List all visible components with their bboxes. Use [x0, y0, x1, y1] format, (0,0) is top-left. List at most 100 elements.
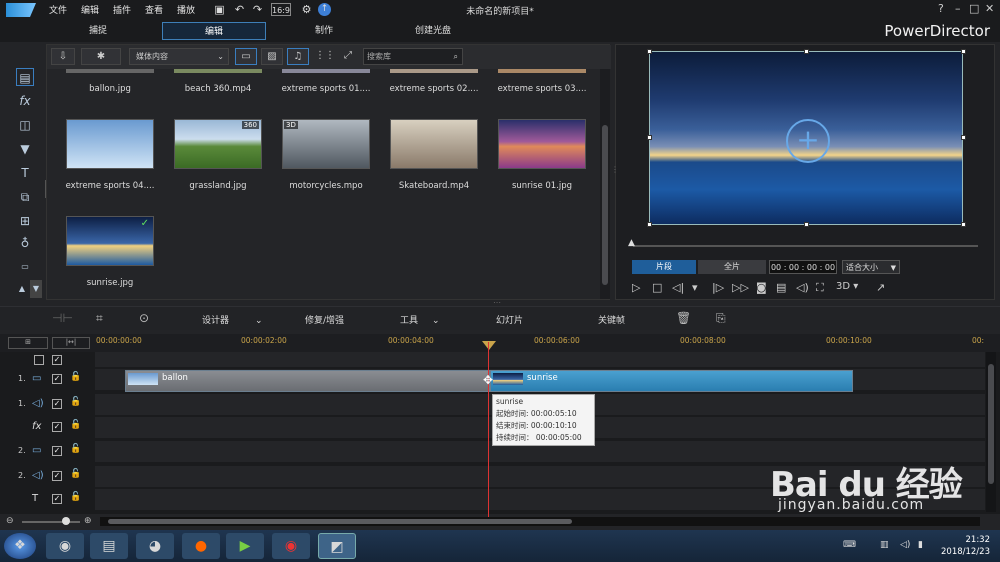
zoom-slider[interactable] — [22, 521, 80, 523]
keyboard-tray-icon[interactable]: ⌨ — [843, 540, 856, 550]
export-list-icon[interactable]: ⎘ — [716, 311, 726, 326]
close-button[interactable]: ✕ — [985, 2, 994, 15]
help-button[interactable]: ? — [938, 2, 944, 15]
lock-icon[interactable]: 🔓 — [70, 492, 81, 502]
designer-menu[interactable]: 设计器 ⌄ — [202, 313, 263, 326]
timeline-clip-sunrise[interactable]: sunrise — [490, 370, 853, 392]
scroll-up-icon[interactable]: ▲ — [16, 280, 28, 298]
next-frame-icon[interactable]: |▷ — [712, 281, 724, 294]
lock-icon[interactable]: 🔓 — [70, 444, 81, 454]
undock-icon[interactable]: ↗ — [876, 281, 885, 294]
enable-all-checkbox[interactable]: ✓ — [52, 355, 62, 365]
zoom-out-icon[interactable]: ⊖ — [6, 516, 14, 526]
playhead-line[interactable] — [488, 342, 489, 518]
effects-room-icon[interactable]: fx — [16, 92, 34, 110]
fullscreen-preview-icon[interactable]: ⛶ — [816, 281, 824, 295]
grid-view-icon[interactable]: ⋮⋮ — [315, 48, 335, 65]
volume-icon[interactable]: ◁) — [796, 281, 809, 294]
timecode-field[interactable]: 00 : 00 : 00 : 00 — [769, 260, 837, 274]
lock-icon[interactable]: 🔓 — [70, 372, 81, 382]
keyframe-button[interactable]: 关键帧 — [598, 313, 625, 326]
fix-enhance-button[interactable]: 修复/增强 — [305, 313, 344, 326]
import-media-icon[interactable]: ⇩ — [51, 48, 75, 65]
minimize-button[interactable]: – — [955, 2, 961, 15]
resize-handle[interactable] — [647, 135, 652, 140]
fullscreen-icon[interactable]: ⤢ — [339, 48, 357, 65]
screen-recorder-icon[interactable]: ◉ — [272, 533, 310, 559]
play-icon[interactable]: ▷ — [632, 281, 640, 294]
track-enable-checkbox[interactable]: ✓ — [52, 374, 62, 384]
resize-handle[interactable] — [804, 49, 809, 54]
tab-create-disc[interactable]: 创建光盘 — [398, 22, 468, 40]
undo-icon[interactable]: ↶ — [233, 3, 246, 16]
preview-scrubber[interactable] — [633, 245, 978, 247]
lock-icon[interactable]: 🔓 — [70, 420, 81, 430]
library-type-dropdown[interactable]: 媒体内容 ⌄ — [129, 48, 229, 65]
upgrade-icon[interactable]: ↑ — [318, 3, 331, 16]
firefox-icon[interactable]: ● — [182, 533, 220, 559]
media-thumbnail[interactable]: 3D — [282, 119, 370, 169]
add-to-timeline-icon[interactable]: + — [786, 119, 830, 163]
tab-edit[interactable]: 编辑 — [162, 22, 266, 40]
media-thumbnail[interactable]: 360 — [174, 119, 262, 169]
taskbar-clock[interactable]: 21:32 2018/12/23 — [941, 534, 990, 558]
slideshow-button[interactable]: 幻灯片 — [496, 313, 523, 326]
timeline-clip-ballon[interactable]: ballon — [125, 370, 490, 392]
track-enable-checkbox[interactable]: ✓ — [52, 446, 62, 456]
scroll-down-icon[interactable]: ▼ — [30, 280, 42, 298]
resize-handle[interactable] — [961, 135, 966, 140]
menu-view[interactable]: 查看 — [145, 3, 163, 16]
start-button-icon[interactable]: ❖ — [4, 533, 36, 559]
maximize-button[interactable]: □ — [969, 2, 979, 15]
title-room-icon[interactable]: T — [16, 164, 34, 182]
timeline-h-scrollbar[interactable] — [100, 517, 980, 526]
media-thumbnail[interactable] — [390, 119, 478, 169]
power-tray-icon[interactable]: ▮ — [918, 540, 923, 550]
media-thumbnail[interactable]: ✓ — [66, 216, 154, 266]
scrollbar-thumb[interactable] — [108, 519, 572, 524]
menu-file[interactable]: 文件 — [49, 3, 67, 16]
more-options-icon[interactable]: ⊙ — [139, 311, 149, 325]
media-thumbnail[interactable] — [66, 119, 154, 169]
media-thumbnail[interactable] — [498, 119, 586, 169]
filter-image-icon[interactable]: ▨ — [261, 48, 283, 65]
voice-over-icon[interactable]: ♁ — [16, 234, 34, 252]
media-app-icon[interactable]: ▶ — [226, 533, 264, 559]
settings-gear-icon[interactable]: ⚙ — [300, 3, 313, 16]
plugin-puzzle-icon[interactable]: ✱ — [81, 48, 121, 65]
fast-forward-icon[interactable]: ▷▷ — [732, 281, 749, 294]
media-room-icon[interactable]: ▤ — [16, 68, 34, 86]
track-manager-icon[interactable]: ⊞ — [8, 337, 48, 349]
zoom-in-icon[interactable]: ⊕ — [84, 516, 92, 526]
delete-trash-icon[interactable]: 🗑 — [676, 311, 691, 325]
clip-mode-button[interactable]: 片段 — [632, 260, 696, 274]
resize-handle[interactable] — [961, 49, 966, 54]
audio-mixing-icon[interactable]: ⊞ — [16, 212, 34, 230]
timeline-lane[interactable] — [95, 352, 985, 368]
save-icon[interactable]: ▣ — [213, 3, 226, 16]
split-icon[interactable]: ⊣⊢ — [52, 311, 73, 325]
filter-audio-icon[interactable]: ♫ — [287, 48, 309, 65]
network-tray-icon[interactable]: ▥ — [880, 540, 889, 550]
scrubber-handle-icon[interactable]: ▲ — [628, 238, 635, 248]
volume-tray-icon[interactable]: ◁) — [900, 540, 910, 550]
zoom-fit-dropdown[interactable]: 适合大小 ▼ — [842, 260, 900, 274]
track-enable-checkbox[interactable]: ✓ — [52, 494, 62, 504]
split-marker-icon[interactable]: ▾ — [692, 281, 698, 294]
crop-icon[interactable]: ⌗ — [96, 311, 103, 326]
browser-360-icon[interactable]: ◉ — [46, 533, 84, 559]
tab-capture[interactable]: 捕捉 — [58, 22, 138, 40]
transition-room-icon[interactable]: ⧉ — [16, 188, 34, 206]
resize-handle[interactable] — [804, 222, 809, 227]
zoom-slider-knob[interactable] — [62, 517, 70, 525]
library-scrollbar[interactable] — [600, 69, 610, 299]
fit-timeline-icon[interactable]: |↔| — [52, 337, 90, 349]
preview-image[interactable]: + — [649, 51, 963, 225]
stop-icon[interactable]: □ — [652, 281, 662, 294]
panel-splitter-icon[interactable]: ⋮ — [611, 165, 619, 174]
search-input[interactable]: 搜索库 ⌕ — [363, 48, 463, 65]
movie-mode-button[interactable]: 全片 — [698, 260, 766, 274]
filter-video-icon[interactable]: ▭ — [235, 48, 257, 65]
qq-icon[interactable]: ◕ — [136, 533, 174, 559]
resize-handle[interactable] — [647, 49, 652, 54]
